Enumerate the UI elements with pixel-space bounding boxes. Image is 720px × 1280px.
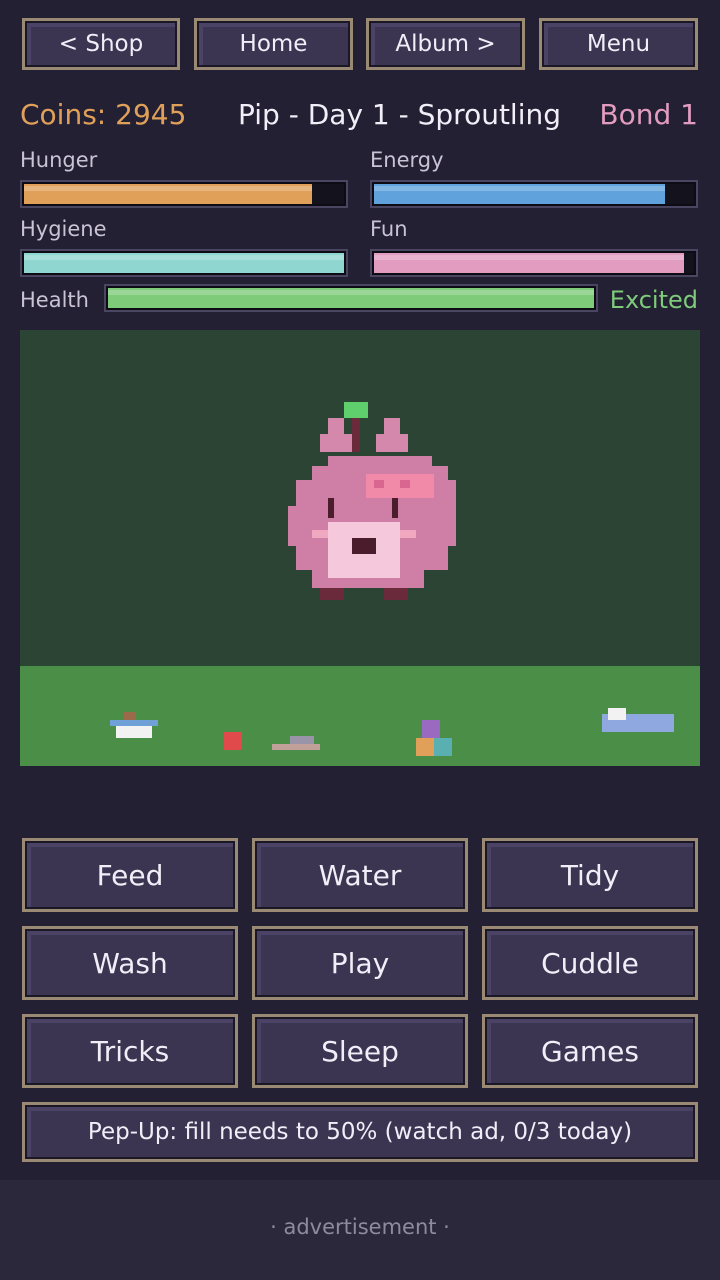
hygiene-fill <box>24 253 344 273</box>
fun-label: Fun <box>370 217 408 241</box>
health-label: Health <box>20 288 89 312</box>
games-button[interactable]: Games <box>482 1014 698 1088</box>
tidy-button[interactable]: Tidy <box>482 838 698 912</box>
food-bowl-icon[interactable] <box>110 712 158 740</box>
pet-sprite[interactable] <box>20 330 700 666</box>
mood-status: Excited <box>609 286 698 314</box>
album-button[interactable]: Album > <box>366 18 525 70</box>
bond-level: Bond 1 <box>599 98 698 131</box>
bed-icon[interactable] <box>602 708 674 732</box>
shop-button[interactable]: < Shop <box>22 18 180 70</box>
health-fill <box>108 288 594 308</box>
hunger-bar <box>22 182 346 206</box>
energy-bar <box>372 182 696 206</box>
blocks-icon[interactable] <box>416 720 452 756</box>
wash-button[interactable]: Wash <box>22 926 238 1000</box>
tricks-button[interactable]: Tricks <box>22 1014 238 1088</box>
pet-title: Pip - Day 1 - Sproutling <box>238 98 562 131</box>
energy-fill <box>374 184 666 204</box>
pep-up-button[interactable]: Pep-Up: fill needs to 50% (watch ad, 0/3… <box>22 1102 698 1162</box>
water-button[interactable]: Water <box>252 838 468 912</box>
hunger-fill <box>24 184 312 204</box>
apple-icon[interactable] <box>224 732 242 750</box>
ad-label: · advertisement · <box>270 1215 450 1239</box>
energy-label: Energy <box>370 148 444 172</box>
mouse-toy-icon[interactable] <box>272 732 320 752</box>
feed-button[interactable]: Feed <box>22 838 238 912</box>
pet-scene[interactable] <box>20 330 700 766</box>
cuddle-button[interactable]: Cuddle <box>482 926 698 1000</box>
fun-bar <box>372 251 696 275</box>
menu-button[interactable]: Menu <box>539 18 698 70</box>
hygiene-bar <box>22 251 346 275</box>
home-button[interactable]: Home <box>194 18 353 70</box>
hygiene-label: Hygiene <box>20 217 107 241</box>
health-bar <box>106 286 596 310</box>
coins-counter: Coins: 2945 <box>20 98 187 131</box>
fun-fill <box>374 253 685 273</box>
play-button[interactable]: Play <box>252 926 468 1000</box>
hunger-label: Hunger <box>20 148 98 172</box>
sleep-button[interactable]: Sleep <box>252 1014 468 1088</box>
